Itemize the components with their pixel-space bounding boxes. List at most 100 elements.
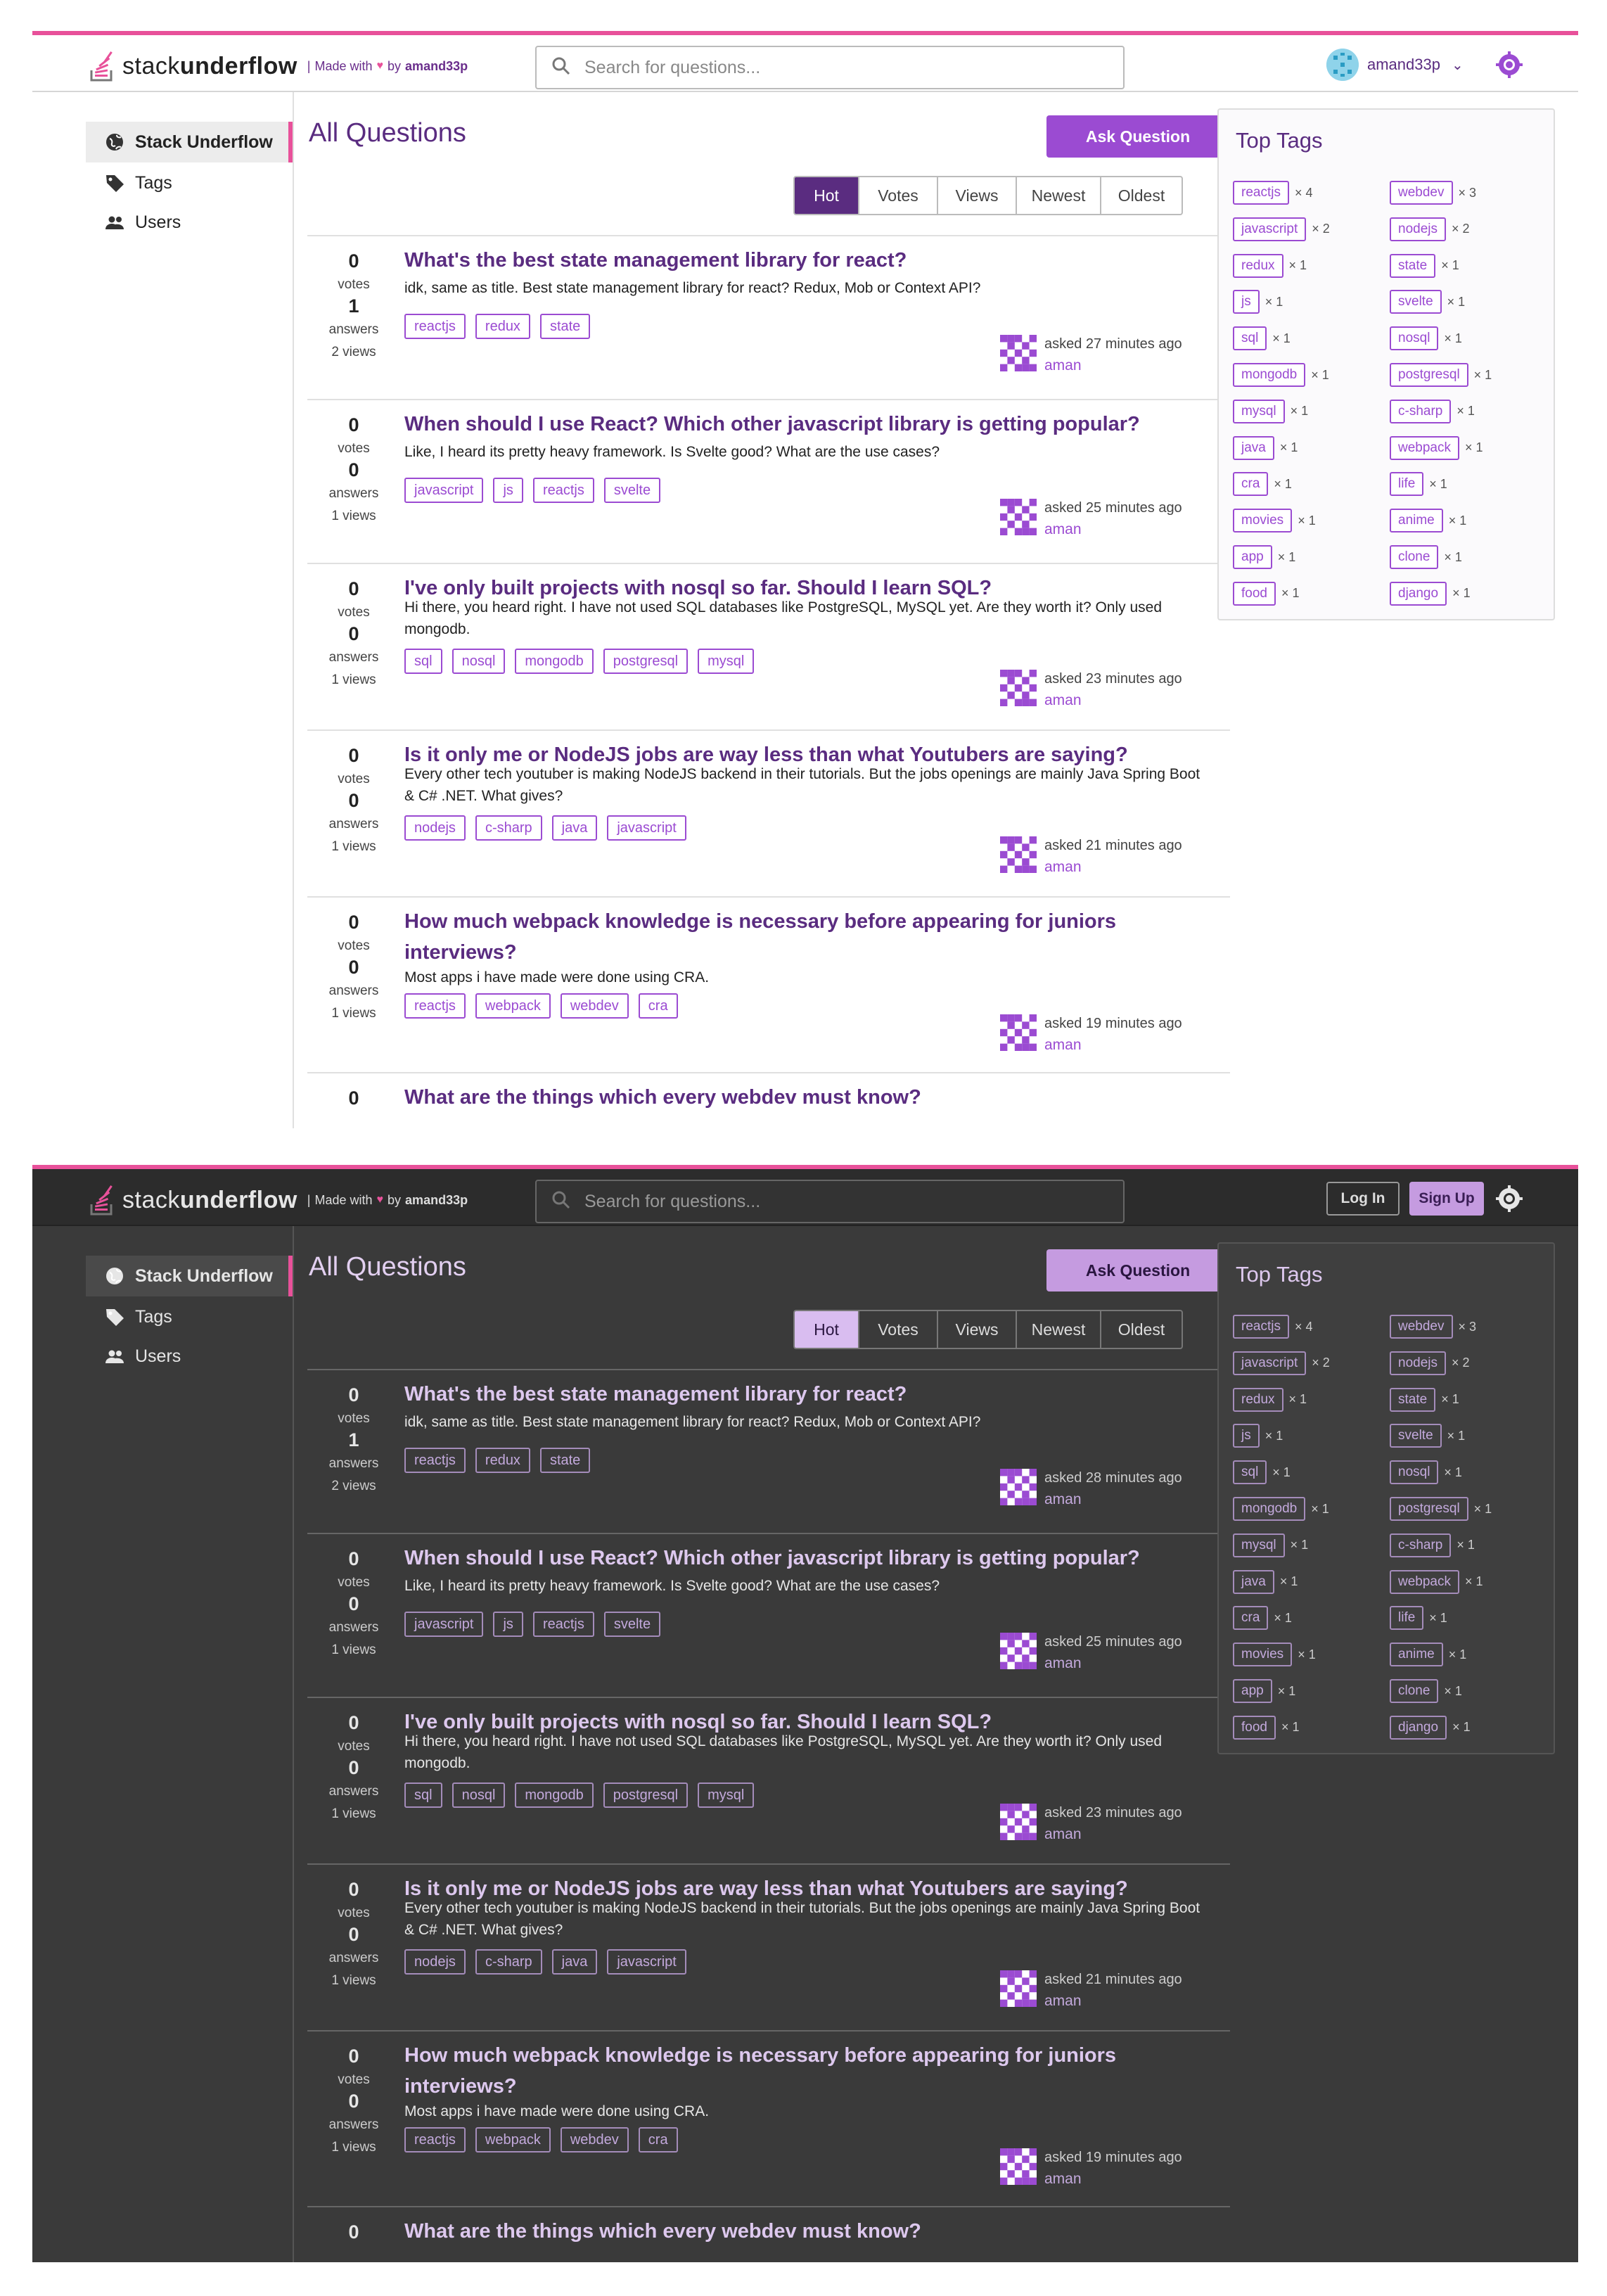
asker-name[interactable]: aman (1044, 1993, 1082, 2010)
tag-reactjs[interactable]: reactjs (404, 1448, 466, 1473)
tag-reactjs[interactable]: reactjs (404, 314, 466, 339)
asker-name[interactable]: aman (1044, 1826, 1082, 1843)
search-bar[interactable] (535, 1180, 1125, 1223)
tag-javascript[interactable]: javascript (607, 1949, 686, 1975)
question-title[interactable]: What are the things which every webdev m… (404, 2216, 1199, 2247)
tag-cra[interactable]: cra (638, 2127, 678, 2152)
tag-js[interactable]: js (493, 1612, 523, 1637)
tag-webpack[interactable]: webpack (475, 993, 551, 1019)
tag-mongodb[interactable]: mongodb (1233, 363, 1306, 387)
user-identicon-icon[interactable] (1000, 1633, 1037, 1669)
user-identicon-icon[interactable] (1000, 1469, 1037, 1505)
sort-tab-oldest[interactable]: Oldest (1100, 1311, 1182, 1348)
tag-state[interactable]: state (1390, 1387, 1436, 1412)
search-input[interactable] (584, 57, 1091, 78)
tag-svelte[interactable]: svelte (1390, 1424, 1442, 1448)
tag-c-sharp[interactable]: c-sharp (1390, 399, 1452, 423)
tag-nosql[interactable]: nosql (1390, 1460, 1439, 1485)
sort-tab-hot[interactable]: Hot (795, 1311, 858, 1348)
tag-reactjs[interactable]: reactjs (1233, 181, 1289, 205)
tag-food[interactable]: food (1233, 581, 1276, 606)
tag-nodejs[interactable]: nodejs (1390, 1351, 1446, 1375)
sort-tab-votes[interactable]: Votes (858, 1311, 937, 1348)
tag-js[interactable]: js (1233, 290, 1260, 314)
tag-state[interactable]: state (539, 1448, 591, 1473)
ask-question-button[interactable]: Ask Question (1046, 115, 1229, 158)
user-identicon-icon[interactable] (1000, 499, 1037, 535)
tag-sql[interactable]: sql (404, 1782, 442, 1808)
tag-svelte[interactable]: svelte (603, 1612, 661, 1637)
tag-redux[interactable]: redux (475, 314, 530, 339)
tag-anime[interactable]: anime (1390, 509, 1443, 533)
tag-java[interactable]: java (1233, 1569, 1274, 1594)
tag-clone[interactable]: clone (1390, 1679, 1439, 1703)
question-title[interactable]: How much webpack knowledge is necessary … (404, 2040, 1199, 2102)
question-title[interactable]: What's the best state management library… (404, 245, 1199, 276)
ask-question-button[interactable]: Ask Question (1046, 1249, 1229, 1292)
tag-clone[interactable]: clone (1390, 545, 1439, 569)
user-identicon-icon[interactable] (1000, 670, 1037, 706)
tag-javascript[interactable]: javascript (404, 478, 484, 503)
tag-javascript[interactable]: javascript (1233, 217, 1307, 241)
user-identicon-icon[interactable] (1000, 836, 1037, 873)
brand-logo[interactable]: stackunderflow | Made with ♥ by amand33p (89, 49, 468, 83)
tag-js[interactable]: js (1233, 1424, 1260, 1448)
user-identicon-icon[interactable] (1000, 1804, 1037, 1840)
tag-movies[interactable]: movies (1233, 509, 1293, 533)
tag-javascript[interactable]: javascript (404, 1612, 484, 1637)
user-menu[interactable]: amand33p ⌄ (1326, 48, 1464, 82)
tag-mysql[interactable]: mysql (1233, 399, 1285, 423)
tag-reactjs[interactable]: reactjs (1233, 1315, 1289, 1339)
tag-mongodb[interactable]: mongodb (515, 649, 594, 674)
tag-sql[interactable]: sql (404, 649, 442, 674)
tag-webpack[interactable]: webpack (475, 2127, 551, 2152)
tag-state[interactable]: state (539, 314, 591, 339)
tag-cra[interactable]: cra (1233, 472, 1269, 497)
tag-javascript[interactable]: javascript (1233, 1351, 1307, 1375)
user-identicon-icon[interactable] (1000, 2148, 1037, 2185)
question-title[interactable]: When should I use React? Which other jav… (404, 409, 1199, 440)
tag-mysql[interactable]: mysql (698, 649, 755, 674)
tag-java[interactable]: java (551, 1949, 598, 1975)
tag-sql[interactable]: sql (1233, 326, 1267, 351)
tag-cra[interactable]: cra (1233, 1606, 1269, 1631)
login-button[interactable]: Log In (1326, 1182, 1400, 1216)
tag-svelte[interactable]: svelte (1390, 290, 1442, 314)
tag-nodejs[interactable]: nodejs (404, 815, 466, 841)
tag-redux[interactable]: redux (1233, 253, 1283, 278)
tag-webpack[interactable]: webpack (1390, 1569, 1459, 1594)
tag-c-sharp[interactable]: c-sharp (475, 815, 542, 841)
tag-redux[interactable]: redux (475, 1448, 530, 1473)
question-title[interactable]: How much webpack knowledge is necessary … (404, 906, 1199, 968)
asker-name[interactable]: aman (1044, 1491, 1082, 1508)
tag-webpack[interactable]: webpack (1390, 435, 1459, 460)
asker-name[interactable]: aman (1044, 1655, 1082, 1672)
tag-app[interactable]: app (1233, 1679, 1272, 1703)
tag-postgresql[interactable]: postgresql (1390, 363, 1468, 387)
sidebar-item-stack-underflow[interactable]: Stack Underflow (86, 122, 293, 162)
tag-nodejs[interactable]: nodejs (404, 1949, 466, 1975)
tag-reactjs[interactable]: reactjs (404, 2127, 466, 2152)
tag-java[interactable]: java (551, 815, 598, 841)
tag-reactjs[interactable]: reactjs (404, 993, 466, 1019)
user-identicon-icon[interactable] (1000, 335, 1037, 371)
tag-nosql[interactable]: nosql (452, 1782, 506, 1808)
tag-c-sharp[interactable]: c-sharp (1390, 1533, 1452, 1557)
tag-life[interactable]: life (1390, 472, 1424, 497)
tag-postgresql[interactable]: postgresql (603, 649, 689, 674)
tag-javascript[interactable]: javascript (607, 815, 686, 841)
search-input[interactable] (584, 1191, 1091, 1212)
author-link[interactable]: amand33p (405, 59, 468, 74)
brand-logo[interactable]: stackunderflow | Made with ♥ by amand33p (89, 1183, 468, 1217)
asker-name[interactable]: aman (1044, 521, 1082, 538)
sidebar-item-tags[interactable]: Tags (86, 162, 293, 203)
question-title[interactable]: When should I use React? Which other jav… (404, 1543, 1199, 1574)
tag-svelte[interactable]: svelte (603, 478, 661, 503)
tag-mongodb[interactable]: mongodb (515, 1782, 594, 1808)
tag-food[interactable]: food (1233, 1715, 1276, 1740)
sidebar-item-tags[interactable]: Tags (86, 1296, 293, 1337)
tag-movies[interactable]: movies (1233, 1643, 1293, 1667)
tag-life[interactable]: life (1390, 1606, 1424, 1631)
asker-name[interactable]: aman (1044, 357, 1082, 374)
tag-js[interactable]: js (493, 478, 523, 503)
